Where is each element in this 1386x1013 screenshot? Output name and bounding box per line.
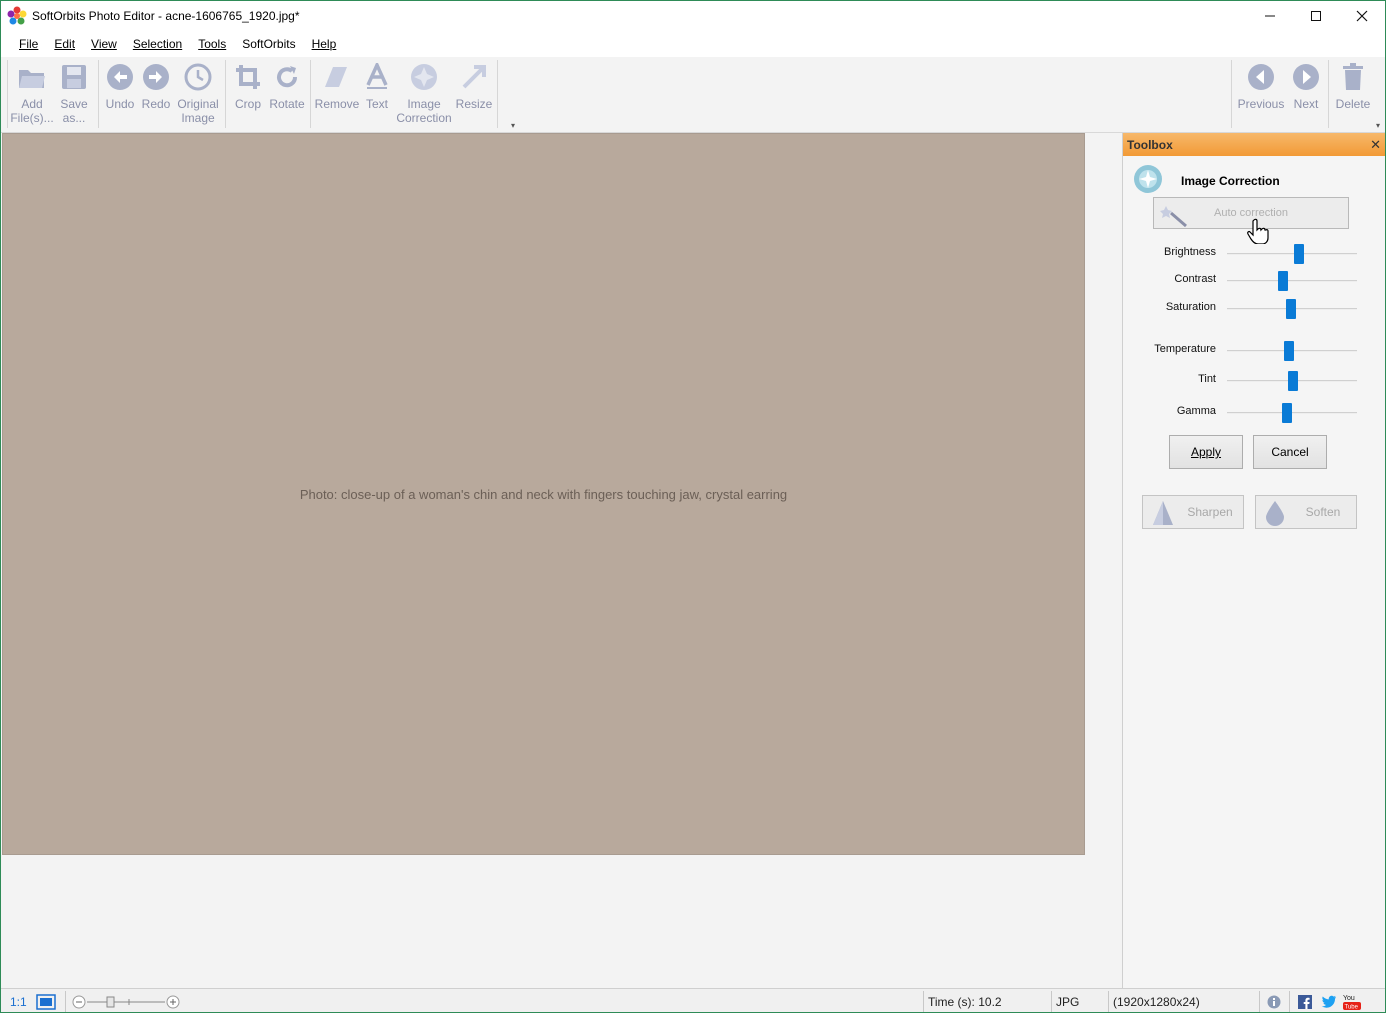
- original-image-icon: [183, 62, 213, 92]
- dimensions-status: (1920x1280x24): [1113, 994, 1200, 1009]
- save-as-button[interactable]: Save as...: [53, 60, 95, 130]
- contrast-slider-thumb[interactable]: [1277, 271, 1288, 291]
- undo-icon: [105, 62, 135, 92]
- zoom-1to1-button[interactable]: 1:1: [10, 989, 27, 1012]
- brightness-label: Brightness: [1164, 246, 1216, 258]
- remove-button[interactable]: Remove: [314, 60, 360, 130]
- apply-button[interactable]: Apply: [1169, 435, 1243, 469]
- delete-button[interactable]: Delete: [1332, 60, 1374, 130]
- saturation-slider-thumb[interactable]: [1285, 299, 1296, 319]
- previous-button[interactable]: Previous: [1235, 60, 1287, 130]
- temperature-slider-thumb[interactable]: [1284, 341, 1295, 361]
- redo-icon: [141, 62, 171, 92]
- tint-slider[interactable]: [1227, 371, 1357, 391]
- tint-label: Tint: [1198, 373, 1216, 385]
- next-button[interactable]: Next: [1287, 60, 1325, 130]
- temperature-label: Temperature: [1154, 343, 1216, 355]
- temperature-slider-row: Temperature: [1123, 340, 1385, 361]
- saturation-slider-row: Saturation: [1123, 298, 1385, 319]
- resize-button[interactable]: Resize: [454, 60, 494, 130]
- menu-help[interactable]: Help: [304, 37, 345, 51]
- menu-tools[interactable]: Tools: [190, 37, 234, 51]
- toolbox-title: Toolbox: [1127, 137, 1173, 152]
- fit-screen-icon[interactable]: [36, 989, 56, 1012]
- temperature-slider[interactable]: [1227, 341, 1357, 361]
- sharpen-button[interactable]: Sharpen: [1142, 495, 1244, 529]
- cancel-button[interactable]: Cancel: [1253, 435, 1327, 469]
- minimize-button[interactable]: [1247, 1, 1293, 31]
- toolbar-overflow-icon[interactable]: ▾: [511, 121, 515, 130]
- menu-edit[interactable]: Edit: [46, 37, 83, 51]
- add-files-button[interactable]: Add File(s)...: [10, 60, 54, 130]
- maximize-button[interactable]: [1293, 1, 1339, 31]
- image-correction-button[interactable]: Image Correction: [394, 60, 454, 130]
- folder-open-icon: [17, 62, 47, 92]
- previous-icon: [1246, 62, 1276, 92]
- brightness-slider-row: Brightness: [1123, 243, 1385, 264]
- saturation-slider[interactable]: [1227, 299, 1357, 319]
- contrast-slider-row: Contrast: [1123, 270, 1385, 291]
- section-title: Image Correction: [1181, 173, 1280, 188]
- app-window: SoftOrbits Photo Editor - acne-1606765_1…: [0, 0, 1386, 1013]
- magic-wand-icon: [1160, 202, 1190, 231]
- original-image-button[interactable]: Original Image: [174, 60, 222, 130]
- soften-drop-icon: [1264, 500, 1286, 529]
- close-button[interactable]: [1339, 1, 1385, 31]
- image-correction-icon: [409, 62, 439, 92]
- contrast-slider[interactable]: [1227, 271, 1357, 291]
- info-icon[interactable]: [1267, 989, 1281, 1012]
- tint-slider-thumb[interactable]: [1288, 371, 1299, 391]
- redo-button[interactable]: Redo: [138, 60, 174, 130]
- menu-view[interactable]: View: [83, 37, 125, 51]
- app-logo-icon: [6, 5, 28, 27]
- status-bar: 1:1 Time (s): 10.2 JPG (1920x1280x24) Yo…: [1, 988, 1385, 1012]
- format-status: JPG: [1056, 994, 1080, 1009]
- contrast-label: Contrast: [1174, 273, 1216, 285]
- brightness-slider[interactable]: [1227, 244, 1357, 264]
- toolbar-overflow-right-icon[interactable]: ▾: [1376, 121, 1380, 130]
- trash-icon: [1338, 62, 1368, 92]
- image-correction-icon: [1133, 164, 1163, 197]
- undo-button[interactable]: Undo: [102, 60, 138, 130]
- rotate-icon: [272, 62, 302, 92]
- menu-selection[interactable]: Selection: [125, 37, 190, 51]
- svg-text:You: You: [1343, 995, 1355, 1002]
- text-icon: [362, 62, 392, 92]
- crop-button[interactable]: Crop: [229, 60, 267, 130]
- next-icon: [1291, 62, 1321, 92]
- menu-bar: File Edit View Selection Tools SoftOrbit…: [1, 31, 1385, 57]
- crop-icon: [233, 62, 263, 92]
- tint-slider-row: Tint: [1123, 370, 1385, 391]
- facebook-icon[interactable]: [1298, 989, 1312, 1012]
- title-bar: SoftOrbits Photo Editor - acne-1606765_1…: [1, 1, 1385, 31]
- sharpen-icon: [1151, 500, 1175, 529]
- zoom-slider[interactable]: [71, 995, 183, 1009]
- eraser-icon: [322, 62, 352, 92]
- save-icon: [59, 62, 89, 92]
- gamma-slider-thumb[interactable]: [1281, 403, 1292, 423]
- soften-button[interactable]: Soften: [1255, 495, 1357, 529]
- menu-softorbits[interactable]: SoftOrbits: [234, 37, 303, 51]
- menu-file[interactable]: File: [11, 37, 46, 51]
- image-canvas[interactable]: Photo: close-up of a woman's chin and ne…: [1, 133, 1121, 988]
- svg-text:Tube: Tube: [1345, 1004, 1359, 1010]
- gamma-label: Gamma: [1176, 405, 1216, 417]
- section-header: Image Correction: [1133, 164, 1280, 197]
- text-button[interactable]: Text: [360, 60, 394, 130]
- toolbar: Add File(s)... Save as... Undo Redo Orig…: [1, 57, 1385, 133]
- brightness-slider-thumb[interactable]: [1293, 244, 1304, 264]
- photo-image[interactable]: Photo: close-up of a woman's chin and ne…: [2, 133, 1085, 855]
- resize-icon: [459, 62, 489, 92]
- saturation-label: Saturation: [1165, 301, 1216, 313]
- toolbox-close-icon[interactable]: ✕: [1370, 137, 1381, 153]
- gamma-slider[interactable]: [1227, 403, 1357, 423]
- rotate-button[interactable]: Rotate: [267, 60, 307, 130]
- youtube-icon[interactable]: You Tube: [1342, 989, 1362, 1012]
- window-title: SoftOrbits Photo Editor - acne-1606765_1…: [32, 9, 300, 23]
- gamma-slider-row: Gamma: [1123, 402, 1385, 423]
- time-status: Time (s): 10.2: [928, 994, 1002, 1009]
- twitter-icon[interactable]: [1321, 989, 1337, 1012]
- toolbox-panel: Toolbox ✕ Image Correction Auto correcti…: [1122, 133, 1385, 988]
- toolbox-header: Toolbox ✕: [1123, 133, 1385, 156]
